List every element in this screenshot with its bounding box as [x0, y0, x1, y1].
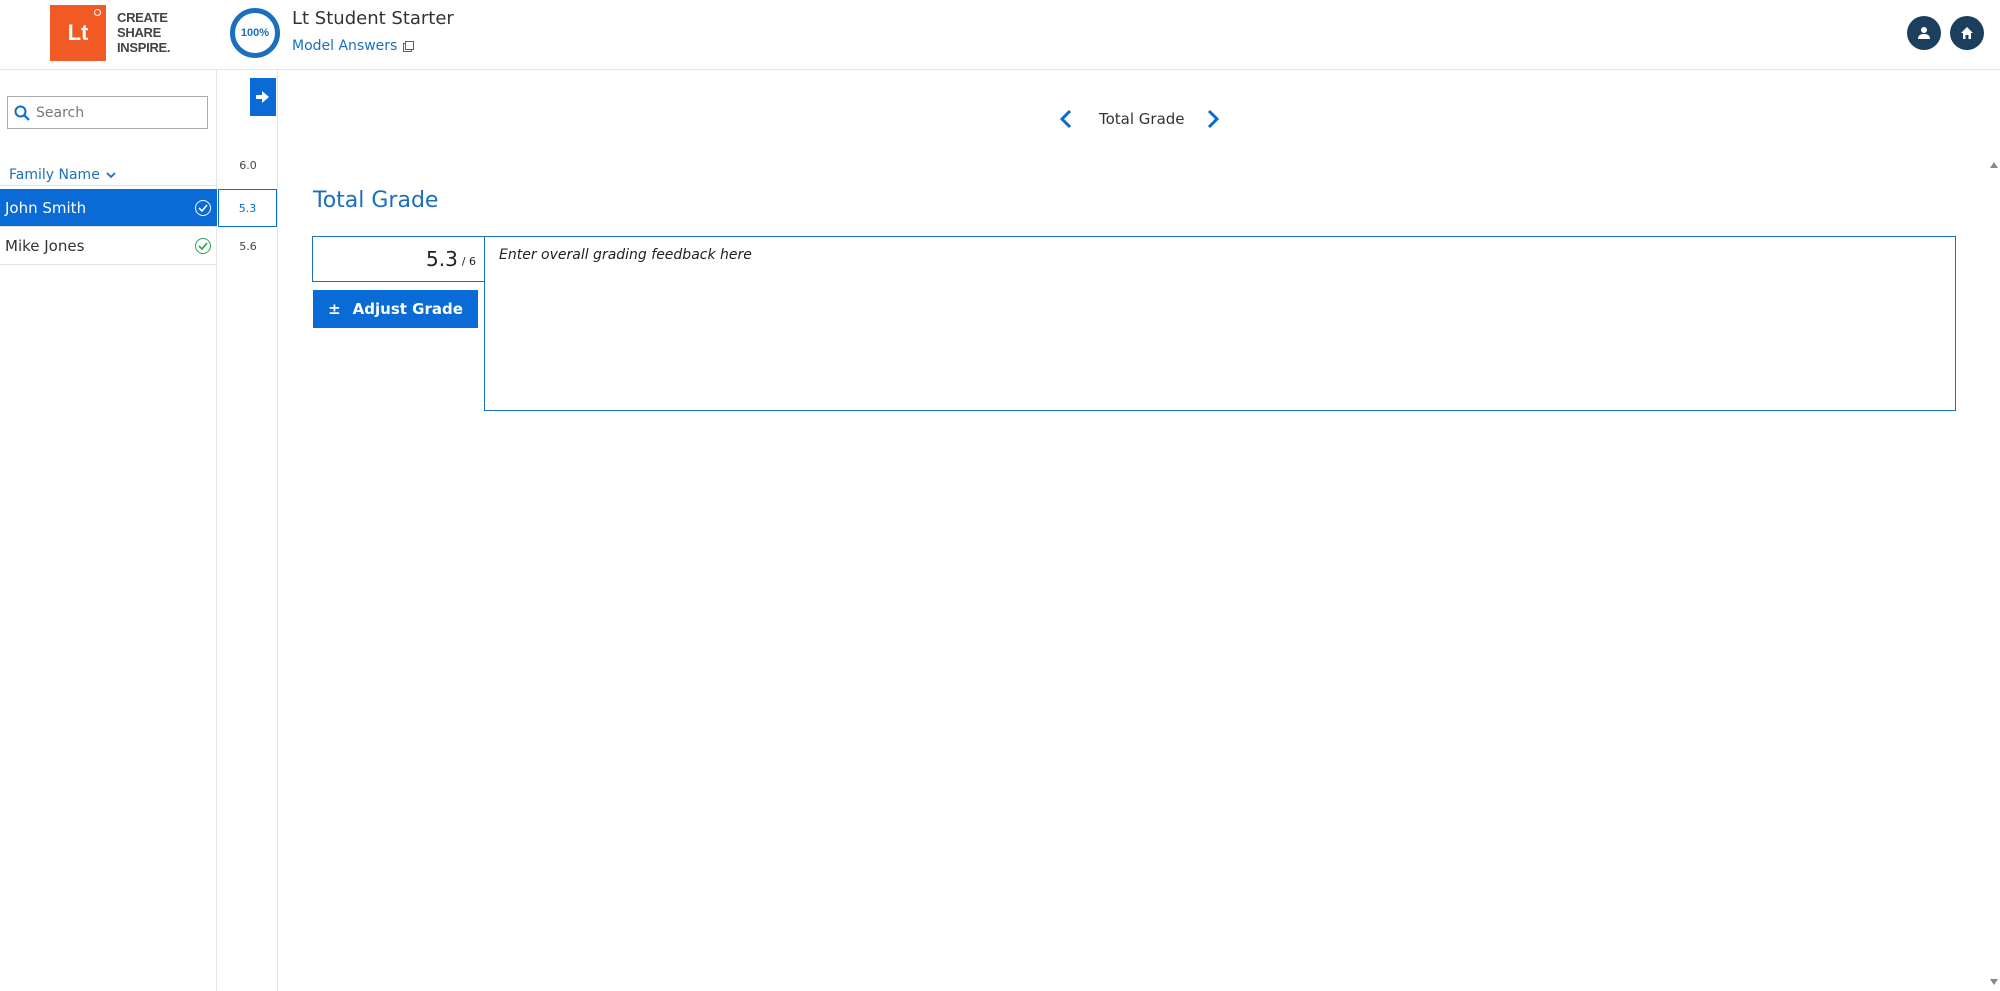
student-row[interactable]: Mike Jones	[0, 227, 217, 265]
model-answers-label: Model Answers	[292, 38, 398, 54]
grade-display: 5.3 / 6	[312, 236, 485, 282]
adjust-grade-button[interactable]: ± Adjust Grade	[313, 290, 478, 328]
student-name: John Smith	[5, 198, 87, 217]
sort-label: Family Name	[9, 166, 100, 183]
user-icon	[1918, 27, 1930, 39]
score-cell[interactable]: 5.3	[218, 189, 277, 227]
nav-title: Total Grade	[1099, 110, 1185, 128]
feedback-textarea[interactable]	[484, 236, 1956, 411]
scroll-up-icon[interactable]	[1990, 162, 1998, 168]
progress-ring: 100%	[230, 8, 280, 58]
header: Lt CREATE SHARE INSPIRE. 100% Lt Student…	[0, 0, 2000, 70]
logo-text: Lt	[67, 20, 89, 45]
progress-percent: 100%	[240, 27, 270, 39]
search-input[interactable]	[36, 104, 196, 121]
external-link-icon	[403, 40, 415, 52]
chevron-down-icon	[106, 171, 116, 178]
course-title: Lt Student Starter	[292, 8, 454, 29]
home-icon	[1961, 27, 1973, 39]
grade-value: 5.3	[425, 247, 458, 271]
main-content: Total Grade Total Grade 5.3 / 6 ± Adjust…	[279, 70, 2000, 991]
model-answers-link[interactable]: Model Answers	[292, 38, 415, 54]
check-circle-icon	[195, 238, 211, 254]
logo-dot-icon	[94, 9, 101, 16]
logo-tagline: CREATE SHARE INSPIRE.	[117, 10, 177, 55]
previous-button[interactable]	[1055, 106, 1077, 132]
adjust-grade-label: Adjust Grade	[352, 300, 463, 318]
score-cell[interactable]: 5.6	[218, 227, 278, 265]
chevron-right-icon	[1207, 109, 1219, 129]
search-box[interactable]	[7, 96, 208, 129]
search-icon	[14, 105, 30, 121]
score-column: 6.0 5.3 5.6	[218, 70, 278, 991]
tagline-line: INSPIRE.	[117, 40, 171, 55]
grade-max: / 6	[461, 255, 476, 268]
student-sidebar: Family Name John Smith Mike Jones	[0, 70, 217, 991]
user-button[interactable]	[1907, 16, 1941, 50]
section-title: Total Grade	[313, 188, 439, 213]
logo[interactable]: Lt	[50, 5, 106, 61]
scroll-down-icon[interactable]	[1990, 979, 1998, 985]
tagline-line: CREATE	[117, 10, 168, 25]
student-name: Mike Jones	[5, 236, 85, 255]
app-root: Lt CREATE SHARE INSPIRE. 100% Lt Student…	[0, 0, 2000, 991]
sort-family-name[interactable]: Family Name	[0, 164, 217, 186]
student-row[interactable]: John Smith	[0, 189, 217, 227]
check-circle-icon	[195, 200, 211, 216]
plus-minus-icon: ±	[328, 300, 341, 318]
score-header: 6.0	[239, 158, 257, 172]
collapse-toggle-button[interactable]	[250, 78, 276, 116]
next-button[interactable]	[1202, 106, 1224, 132]
arrow-right-icon	[256, 91, 269, 103]
chevron-left-icon	[1060, 109, 1072, 129]
home-button[interactable]	[1950, 16, 1984, 50]
tagline-line: SHARE	[117, 25, 162, 40]
